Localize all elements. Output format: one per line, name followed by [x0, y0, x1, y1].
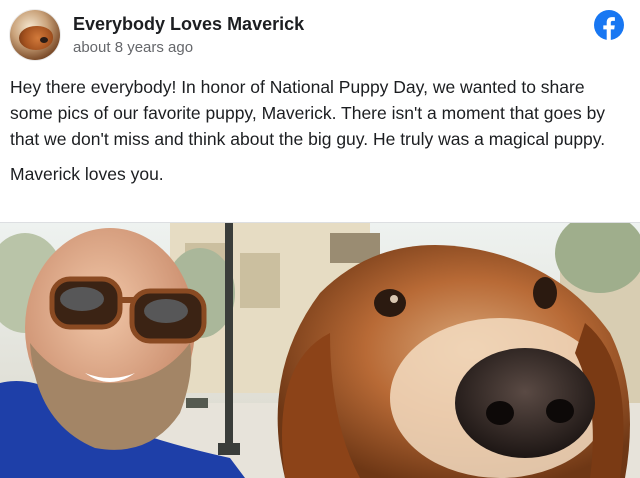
post-text-paragraph: Maverick loves you. — [10, 164, 164, 184]
post-photo[interactable] — [0, 222, 640, 478]
dog-avatar-icon — [19, 26, 53, 50]
avatar[interactable] — [10, 10, 60, 60]
dog-nose-icon — [40, 37, 48, 43]
post-timestamp[interactable]: about 8 years ago — [73, 39, 193, 56]
selfie-photo — [0, 223, 640, 478]
post-text-paragraph: Hey there everybody! In honor of Nationa… — [10, 77, 606, 149]
post-body: Hey there everybody! In honor of Nationa… — [10, 74, 630, 196]
facebook-icon[interactable] — [594, 10, 624, 40]
page-name-link[interactable]: Everybody Loves Maverick — [73, 14, 304, 35]
post-header: Everybody Loves Maverick about 8 years a… — [0, 0, 640, 64]
